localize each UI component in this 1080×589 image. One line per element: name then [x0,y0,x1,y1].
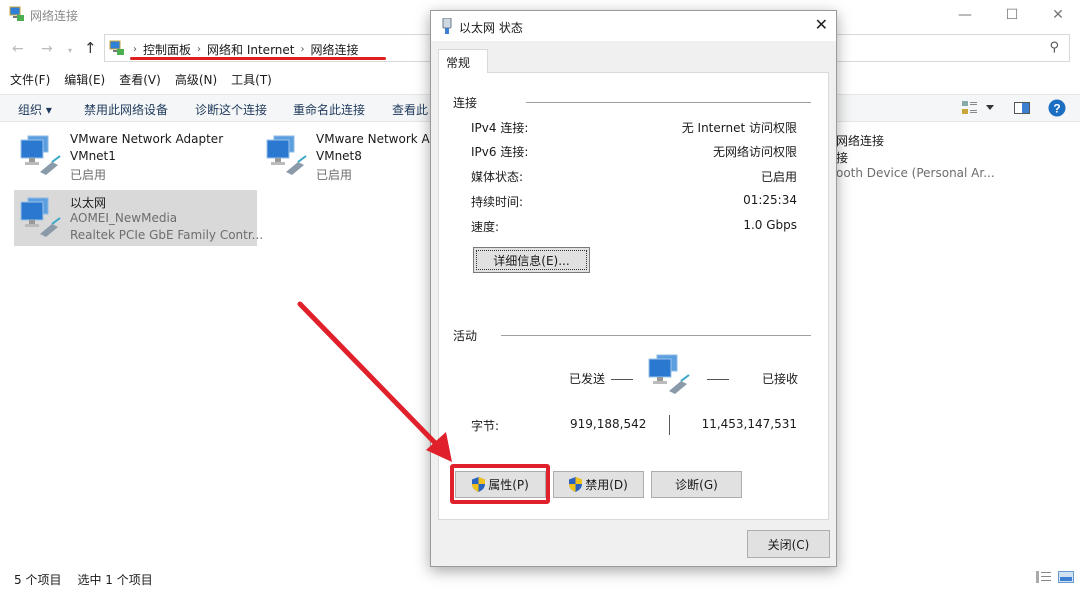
connection-device: VMnet8 [316,149,362,163]
menu-file[interactable]: 文件(F) [10,71,50,93]
minimize-button[interactable]: — [942,2,988,28]
selected-count: 选中 1 个项目 [77,573,153,587]
diagnose-button-label: 诊断(G) [675,478,718,492]
general-tab-panel: 连接 IPv4 连接: 无 Internet 访问权限 IPv6 连接: 无网络… [438,72,829,520]
network-activity-icon [648,354,690,394]
activity-group-label: 活动 [453,329,478,343]
large-icons-view-icon[interactable] [1058,571,1074,583]
group-divider [526,102,811,103]
search-icon[interactable]: ⚲ [1049,40,1059,55]
duration-value: 01:25:34 [743,193,797,207]
menu-edit[interactable]: 编辑(E) [64,71,105,93]
recent-locations-button[interactable]: ▾ [68,46,72,55]
details-button[interactable]: 详细信息(E)... [473,247,590,273]
bytes-label: 字节: [471,419,500,433]
item-count: 5 个项目 [14,573,62,587]
bytes-sent-value: 919,188,542 [570,417,647,431]
forward-button[interactable]: → [41,41,53,57]
annotation-highlight-box [450,464,550,504]
window-title: 网络连接 [30,9,79,23]
media-state-value: 已启用 [760,170,797,184]
svg-text:?: ? [1053,102,1060,116]
ipv6-label: IPv6 连接: [471,145,529,159]
connection-item-vmnet1[interactable]: VMware Network Adapter VMnet1 已启用 [14,128,254,184]
dialog-close-icon[interactable]: ✕ [815,15,828,34]
diagnose-connection-button[interactable]: 诊断这个连接 [195,101,267,118]
received-label: 已接收 [762,372,799,386]
view-status-button[interactable]: 查看此 [392,101,428,118]
close-button-label: 关闭(C) [767,537,810,552]
menu-bar: 文件(F) 编辑(E) 查看(V) 高级(N) 工具(T) [0,71,272,93]
ethernet-plug-icon [442,18,452,34]
ipv6-value: 无网络访问权限 [712,145,797,159]
breadcrumb-control-panel[interactable]: 控制面板 [143,41,191,58]
preview-pane-icon[interactable] [1014,102,1030,114]
sent-line [611,379,633,380]
details-button-label: 详细信息(E)... [493,253,570,268]
connection-item-ethernet[interactable]: 以太网 AOMEI_NewMedia Realtek PCIe GbE Fami… [14,190,263,246]
disable-button[interactable]: 禁用(D) [553,471,644,498]
menu-tools[interactable]: 工具(T) [231,71,272,93]
ipv4-value: 无 Internet 访问权限 [681,121,797,135]
details-view-icon[interactable] [1036,571,1052,583]
organize-button[interactable]: 组织 ▾ [18,101,52,118]
media-state-label: 媒体状态: [471,170,524,184]
menu-view[interactable]: 查看(V) [119,71,161,93]
bytes-divider [669,415,670,435]
network-adapter-icon [20,197,61,237]
connection-device: 接 [836,151,849,165]
status-bar: 5 个项目 选中 1 个项目 [14,571,153,588]
connection-name: 以太网 [70,196,107,210]
breadcrumb-separator: › [133,44,137,55]
connection-name: VMware Network Adapter [70,132,224,146]
breadcrumb-network-internet[interactable]: 网络和 Internet [207,41,294,58]
up-button[interactable]: ↑ [84,39,97,57]
menu-advanced[interactable]: 高级(N) [175,71,217,93]
network-connections-icon [109,40,124,55]
dialog-titlebar: 以太网 状态 ✕ [431,11,836,41]
connection-status: 已启用 [316,168,353,182]
diagnose-button[interactable]: 诊断(G) [651,471,742,498]
disable-device-button[interactable]: 禁用此网络设备 [84,101,168,118]
breadcrumb: › 控制面板 › 网络和 Internet › 网络连接 [133,41,359,58]
rename-connection-button[interactable]: 重命名此连接 [293,101,365,118]
breadcrumb-separator: › [197,44,202,55]
maximize-button[interactable]: ☐ [989,2,1035,28]
speed-label: 速度: [471,220,500,234]
bytes-received-value: 11,453,147,531 [701,417,797,431]
view-dropdown-icon[interactable] [986,105,994,111]
disable-button-label: 禁用(D) [585,478,628,492]
tab-general[interactable]: 常规 [438,49,488,73]
connection-status: ooth Device (Personal Ar... [836,166,995,180]
dialog-title: 以太网 状态 [459,21,523,35]
connection-device: VMnet1 [70,149,116,163]
breadcrumb-network-connections[interactable]: 网络连接 [310,41,358,58]
view-buttons [1036,571,1074,583]
breadcrumb-separator: › [300,44,305,55]
connection-group-label: 连接 [453,96,478,110]
close-button[interactable]: 关闭(C) [747,530,830,558]
sent-label: 已发送 [569,372,606,386]
connection-adapter: Realtek PCIe GbE Family Contr... [70,228,264,242]
change-view-icon[interactable] [962,101,978,115]
network-adapter-icon [266,135,307,175]
connection-device: AOMEI_NewMedia [70,211,178,225]
group-divider [501,335,811,336]
connection-status: 已启用 [70,168,107,182]
speed-value: 1.0 Gbps [743,218,797,232]
network-connections-icon [9,6,24,21]
annotation-underline [130,57,386,60]
duration-label: 持续时间: [471,195,524,209]
close-window-button[interactable]: ✕ [1035,2,1080,28]
connection-name: 网络连接 [836,134,885,148]
connection-item-vmnet8[interactable]: VMware Network Ac VMnet8 已启用 [260,128,436,184]
network-adapter-icon [20,135,61,175]
received-line [707,379,729,380]
connection-name: VMware Network Ac [316,132,437,146]
uac-shield-icon [569,477,583,492]
back-button[interactable]: ← [12,41,24,57]
help-icon[interactable]: ? [1048,99,1066,117]
ipv4-label: IPv4 连接: [471,121,529,135]
